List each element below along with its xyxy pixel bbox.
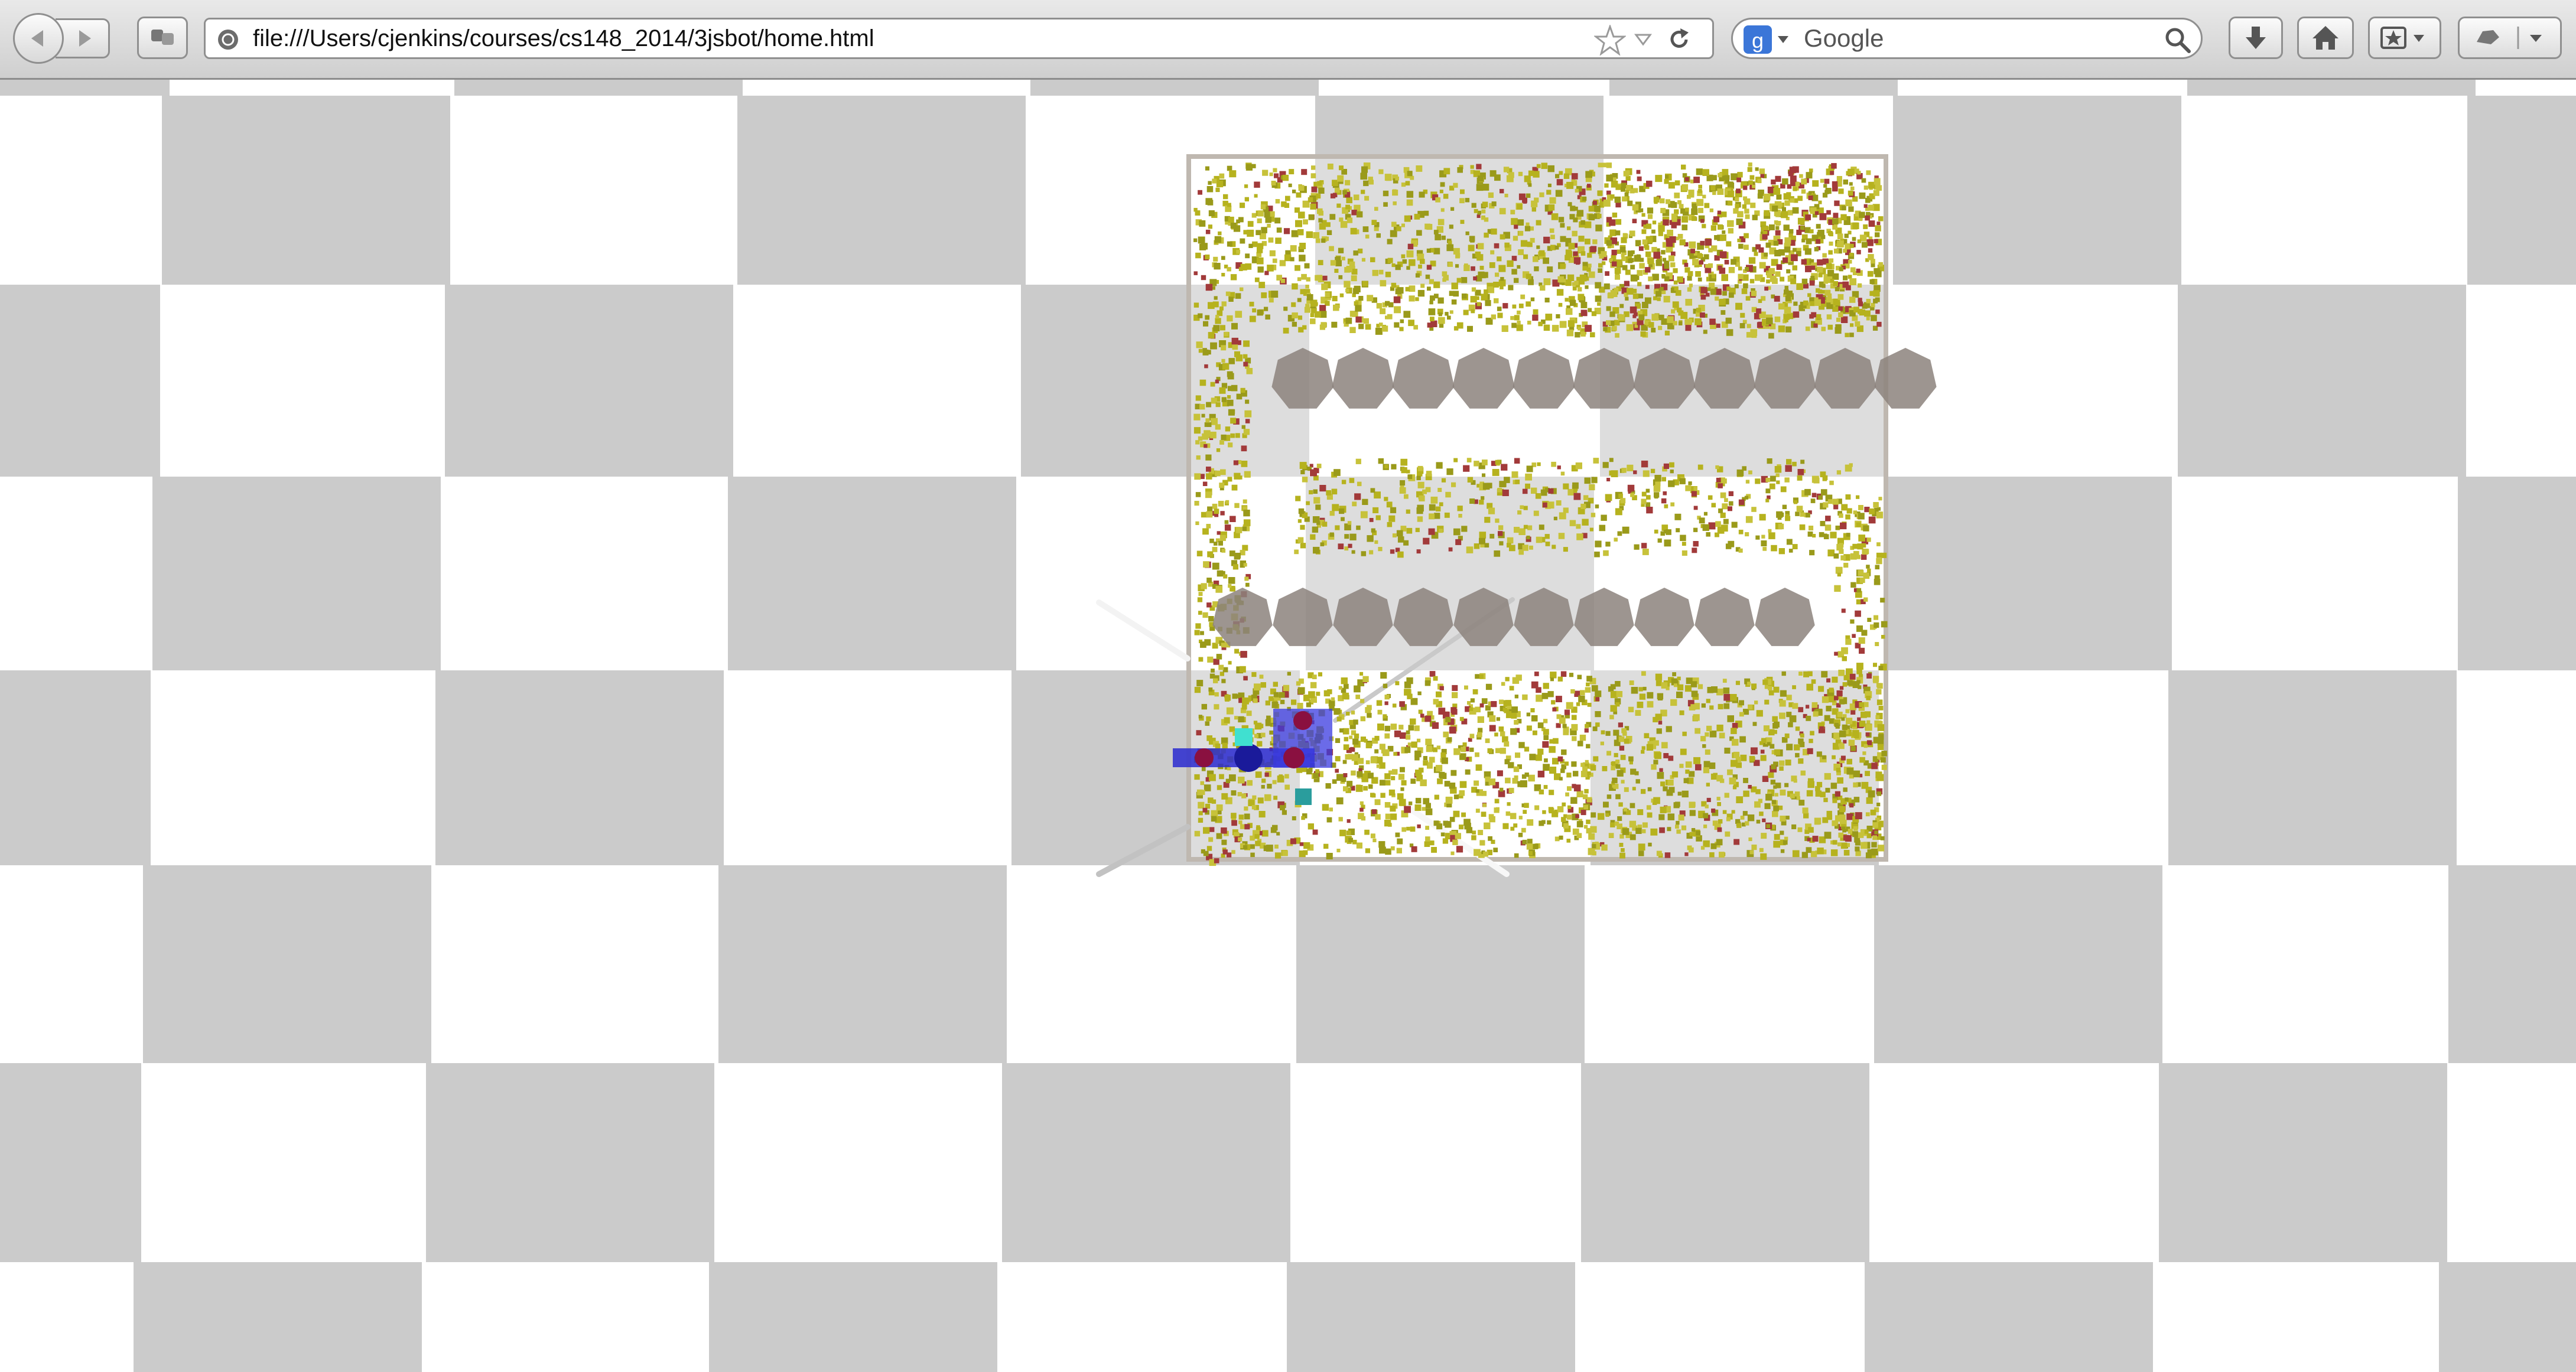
floor-tile	[426, 1063, 714, 1262]
floor-tile	[0, 670, 151, 865]
search-icon[interactable]	[2164, 27, 2191, 54]
robot-joint	[1293, 711, 1312, 730]
back-button[interactable]	[13, 13, 64, 64]
tab-groups-button[interactable]	[137, 17, 188, 59]
extension-menu-button[interactable]	[2458, 17, 2562, 59]
tab-groups-icon	[151, 30, 174, 45]
floor-tile	[143, 865, 431, 1063]
floor-tile	[435, 670, 724, 865]
dropmarker-icon[interactable]	[1634, 32, 1652, 47]
floor-tile	[737, 96, 1026, 285]
floor-tile	[1002, 1063, 1290, 1262]
robot-joint	[1234, 744, 1263, 772]
floor-tile	[152, 477, 441, 670]
floor-tile	[728, 477, 1016, 670]
robot-joint	[1195, 748, 1214, 767]
robot-scene	[0, 80, 2576, 1372]
floor-tile	[2159, 1063, 2447, 1262]
robot-joint	[1283, 747, 1305, 768]
floor-tile	[445, 285, 733, 477]
floor-tile	[1287, 1262, 1575, 1372]
extension-menu-icon	[2477, 27, 2542, 49]
floor-tile	[1874, 865, 2162, 1063]
floor-tile	[134, 1262, 422, 1372]
floor-tile	[1893, 96, 2181, 285]
floor-tile	[0, 1063, 141, 1262]
floor-tile	[0, 285, 160, 477]
floor-tile	[2467, 96, 2576, 285]
floor-tile	[162, 96, 450, 285]
bookmarks-menu-button[interactable]	[2368, 17, 2441, 59]
planning-target	[1295, 788, 1312, 805]
floor-tile	[2448, 865, 2576, 1063]
robot-endeffector	[1235, 728, 1253, 746]
navigation-buttons	[13, 13, 119, 64]
url-bar[interactable]: file:///Users/cjenkins/courses/cs148_201…	[204, 18, 1714, 59]
url-text[interactable]: file:///Users/cjenkins/courses/cs148_201…	[253, 19, 874, 57]
floor-tile	[1030, 80, 1319, 96]
search-bar[interactable]: g Google	[1731, 18, 2203, 59]
site-identity-icon	[218, 30, 238, 50]
search-placeholder: Google	[1804, 24, 1884, 52]
svg-text:g: g	[1752, 28, 1764, 53]
home-icon	[2312, 26, 2338, 50]
home-button[interactable]	[2297, 17, 2354, 59]
floor-tile	[1884, 477, 2172, 670]
floor-tile	[454, 80, 743, 96]
floor-tile	[2458, 477, 2576, 670]
floor-tile	[2168, 670, 2457, 865]
floor-tile	[2178, 285, 2466, 477]
back-arrow-icon	[31, 30, 43, 47]
forward-arrow-icon	[79, 30, 91, 47]
floor-tile	[718, 865, 1007, 1063]
bookmark-star-icon[interactable]	[1594, 25, 1626, 56]
downloads-button[interactable]	[2229, 17, 2283, 59]
bookmarks-menu-icon	[2380, 27, 2424, 49]
google-logo-icon[interactable]: g	[1742, 24, 1796, 55]
reload-icon[interactable]	[1666, 27, 1692, 53]
floor-tile	[1609, 80, 1898, 96]
floor-tile	[2439, 1262, 2576, 1372]
download-arrow-icon	[2246, 27, 2266, 49]
floor-tile	[1296, 865, 1585, 1063]
browser-toolbar: file:///Users/cjenkins/courses/cs148_201…	[0, 0, 2576, 80]
webgl-canvas[interactable]	[0, 80, 2576, 1372]
floor-tile	[1865, 1262, 2153, 1372]
floor-tile	[0, 80, 170, 96]
floor-tile	[1581, 1063, 1869, 1262]
floor-tile	[2187, 80, 2476, 96]
floor-tile	[709, 1262, 997, 1372]
